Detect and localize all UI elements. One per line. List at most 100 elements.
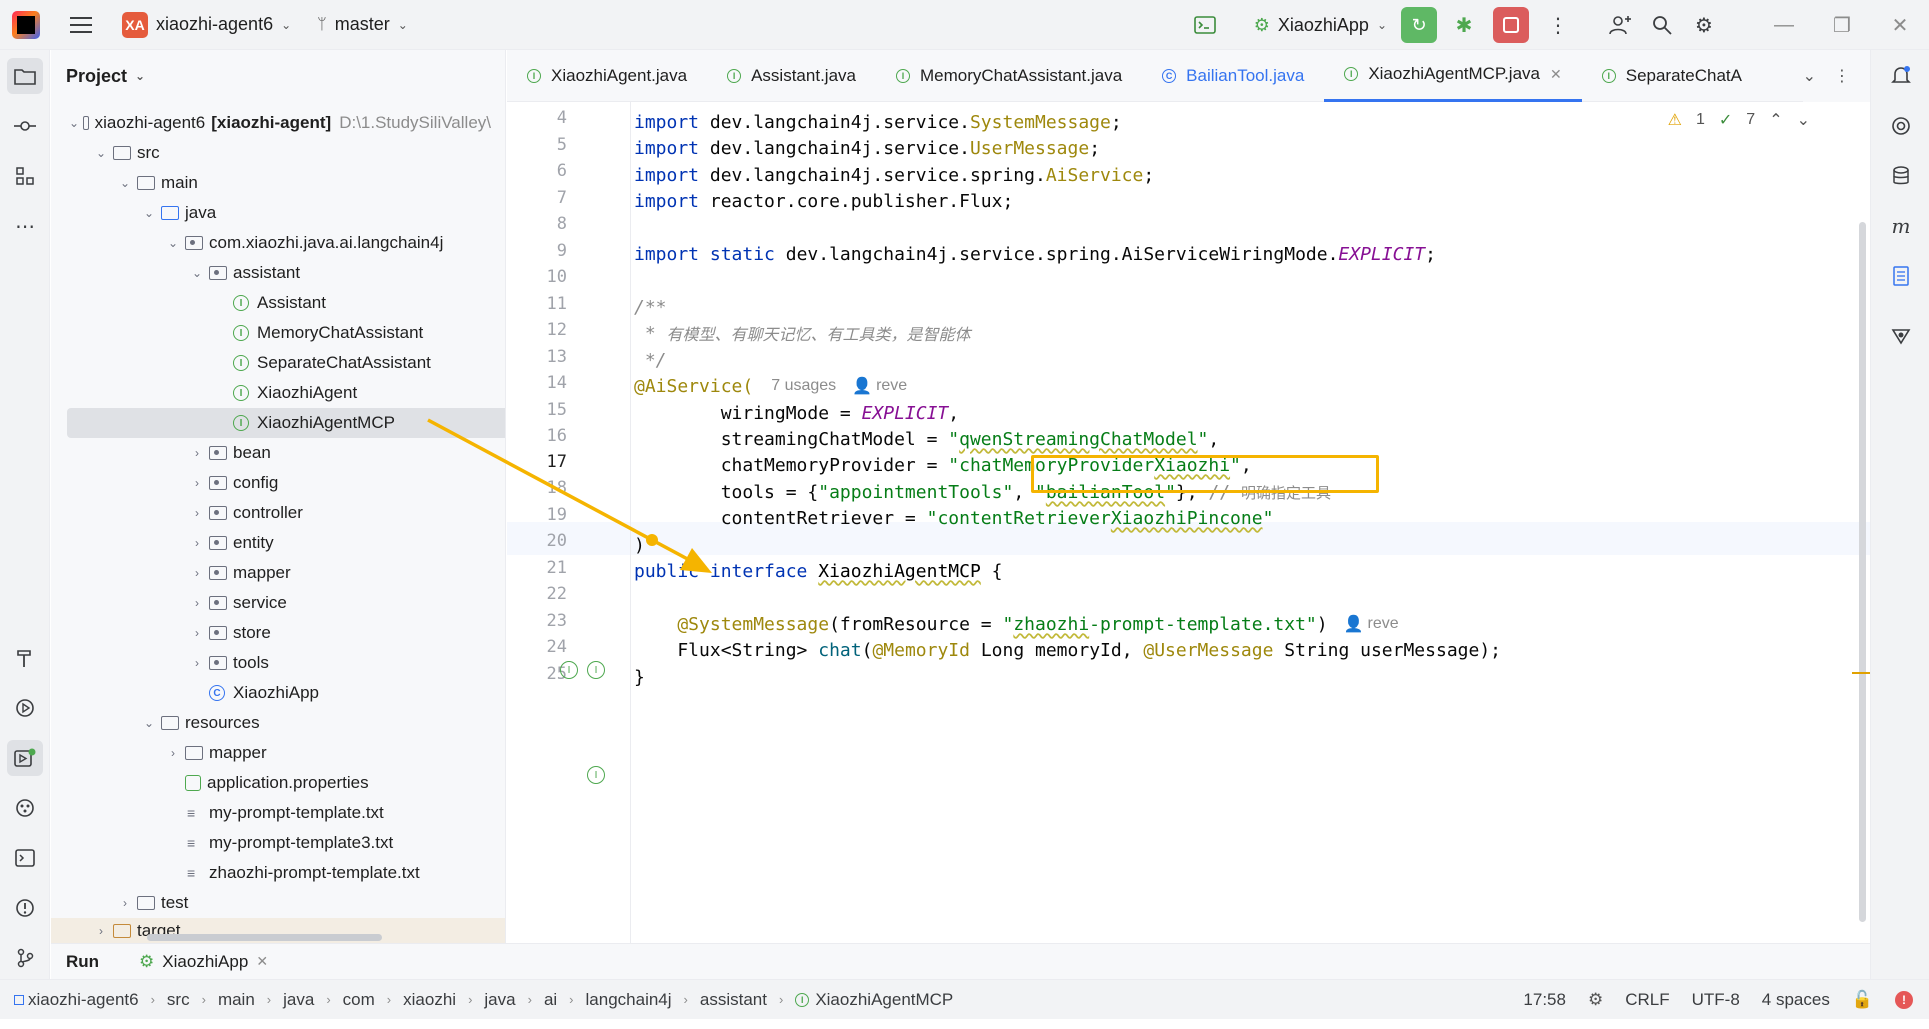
- project-panel-header[interactable]: Project ⌄: [51, 50, 505, 102]
- expand-arrow-icon[interactable]: ›: [189, 566, 205, 580]
- database-icon[interactable]: [1883, 158, 1919, 194]
- project-horizontal-scrollbar[interactable]: [147, 934, 382, 941]
- run-tool-icon[interactable]: [7, 740, 43, 776]
- expand-arrow-icon[interactable]: ⌄: [141, 206, 157, 220]
- tree-item-tools[interactable]: › tools: [51, 648, 491, 678]
- expand-arrow-icon[interactable]: ›: [189, 536, 205, 550]
- tree-item-xiaozhiagentmcp[interactable]: I XiaozhiAgentMCP: [67, 408, 505, 438]
- terminal-tool-icon[interactable]: [7, 840, 43, 876]
- tree-item-xiaozhiagent[interactable]: I XiaozhiAgent: [51, 378, 491, 408]
- breadcrumb-item[interactable]: main: [218, 990, 255, 1010]
- tree-item-config[interactable]: › config: [51, 468, 491, 498]
- expand-arrow-icon[interactable]: ⌄: [165, 236, 181, 250]
- breadcrumb-item[interactable]: com: [343, 990, 375, 1010]
- services-icon[interactable]: [7, 690, 43, 726]
- tab-bailiantool[interactable]: C BailianTool.java: [1142, 50, 1324, 102]
- tree-item-my-prompt-template[interactable]: ≡ my-prompt-template.txt: [51, 798, 491, 828]
- plugin-gear-icon[interactable]: [1883, 318, 1919, 354]
- project-tool-folder-icon[interactable]: [7, 58, 43, 94]
- usages-hint[interactable]: 7 usages: [771, 377, 836, 395]
- tab-separatechatassistant[interactable]: I SeparateChatA: [1582, 50, 1762, 102]
- tabs-dropdown-icon[interactable]: ⌄: [1803, 66, 1816, 86]
- stop-button[interactable]: [1493, 7, 1529, 43]
- author-hint[interactable]: reve: [876, 377, 907, 395]
- tree-item-separatechatassistant[interactable]: I SeparateChatAssistant: [51, 348, 491, 378]
- tab-assistant[interactable]: I Assistant.java: [707, 50, 876, 102]
- inspection-profile-icon[interactable]: ⚙: [1588, 990, 1603, 1010]
- ai-assistant-icon[interactable]: [1883, 108, 1919, 144]
- git-icon[interactable]: [7, 940, 43, 976]
- unlock-icon[interactable]: 🔓: [1852, 990, 1873, 1010]
- main-menu-icon[interactable]: [70, 16, 92, 33]
- caret-position[interactable]: 17:58: [1523, 990, 1566, 1010]
- close-window-button[interactable]: ✕: [1871, 13, 1929, 38]
- notifications-bell-icon[interactable]: [1883, 58, 1919, 94]
- breadcrumb-item[interactable]: src: [167, 990, 190, 1010]
- add-user-icon[interactable]: [1599, 4, 1641, 46]
- project-selector[interactable]: XA xiaozhi-agent6 ⌄: [122, 11, 291, 38]
- expand-arrow-icon[interactable]: ›: [117, 896, 133, 910]
- problems-icon[interactable]: [7, 890, 43, 926]
- breadcrumb-item[interactable]: java: [283, 990, 314, 1010]
- tree-item-test[interactable]: › test: [51, 888, 491, 918]
- tabs-more-icon[interactable]: ⋮: [1834, 66, 1850, 86]
- maven-icon[interactable]: m: [1883, 208, 1919, 244]
- tree-item-service[interactable]: › service: [51, 588, 491, 618]
- file-encoding[interactable]: UTF-8: [1692, 990, 1740, 1010]
- close-run-tab-icon[interactable]: ✕: [256, 953, 268, 970]
- tree-item-resources-mapper[interactable]: › mapper: [51, 738, 491, 768]
- tab-xiaozhiagentmcp[interactable]: I XiaozhiAgentMCP.java ✕: [1324, 50, 1582, 102]
- indent-setting[interactable]: 4 spaces: [1762, 990, 1830, 1010]
- expand-arrow-icon[interactable]: ⌄: [141, 716, 157, 730]
- expand-arrow-icon[interactable]: ›: [189, 656, 205, 670]
- settings-gear-icon[interactable]: ⚙: [1683, 4, 1725, 46]
- tree-item-src[interactable]: ⌄ src: [51, 138, 491, 168]
- tree-root[interactable]: ⌄ xiaozhi-agent6 [xiaozhi-agent] D:\1.St…: [51, 108, 491, 138]
- rerun-button[interactable]: ↻: [1401, 7, 1437, 43]
- line-separator[interactable]: CRLF: [1625, 990, 1669, 1010]
- expand-arrow-icon[interactable]: ⌄: [93, 146, 109, 160]
- expand-arrow-icon[interactable]: ›: [189, 446, 205, 460]
- expand-arrow-icon[interactable]: ⌄: [69, 116, 79, 130]
- structure-icon[interactable]: [7, 158, 43, 194]
- breadcrumb-item[interactable]: langchain4j: [586, 990, 672, 1010]
- close-tab-icon[interactable]: ✕: [1550, 66, 1562, 83]
- minimize-button[interactable]: —: [1755, 14, 1813, 37]
- tree-item-store[interactable]: › store: [51, 618, 491, 648]
- plugins-icon[interactable]: [7, 790, 43, 826]
- tree-item-java[interactable]: ⌄ java: [51, 198, 491, 228]
- expand-arrow-icon[interactable]: ›: [189, 626, 205, 640]
- expand-arrow-icon[interactable]: ›: [189, 476, 205, 490]
- breadcrumb-item[interactable]: xiaozhi-agent6: [28, 990, 139, 1010]
- code-editor[interactable]: 4 5 6 7 8 9 10 11 12 13 14 15 16 17 18 1…: [507, 102, 1872, 943]
- expand-arrow-icon[interactable]: ›: [189, 596, 205, 610]
- error-indicator-icon[interactable]: !: [1895, 991, 1913, 1009]
- breadcrumb-item[interactable]: xiaozhi: [403, 990, 456, 1010]
- more-tools-icon[interactable]: ⋯: [7, 208, 43, 244]
- maximize-button[interactable]: ❐: [1813, 13, 1871, 38]
- tree-item-xiaozhiapp[interactable]: C XiaozhiApp: [51, 678, 491, 708]
- run-tab-xiaozhiapp[interactable]: ⚙ XiaozhiApp ✕: [139, 952, 268, 972]
- expand-arrow-icon[interactable]: ›: [93, 924, 109, 938]
- breadcrumb-item[interactable]: ai: [544, 990, 557, 1010]
- run-config-selector[interactable]: ⚙ XiaozhiApp ⌄: [1254, 15, 1387, 36]
- tree-item-application-properties[interactable]: application.properties: [51, 768, 491, 798]
- expand-arrow-icon[interactable]: ›: [189, 506, 205, 520]
- tab-xiaozhiagent[interactable]: I XiaozhiAgent.java: [507, 50, 707, 102]
- tree-item-assistant-class[interactable]: I Assistant: [51, 288, 491, 318]
- tree-item-assistant[interactable]: ⌄ assistant: [51, 258, 491, 288]
- tree-item-controller[interactable]: › controller: [51, 498, 491, 528]
- tree-item-bean[interactable]: › bean: [51, 438, 491, 468]
- tree-item-mapper[interactable]: › mapper: [51, 558, 491, 588]
- expand-arrow-icon[interactable]: ›: [165, 746, 181, 760]
- search-icon[interactable]: [1641, 4, 1683, 46]
- branch-selector[interactable]: ᛘ master ⌄: [317, 14, 408, 35]
- run-title[interactable]: Run: [66, 952, 99, 972]
- breadcrumb-item[interactable]: XiaozhiAgentMCP: [815, 990, 953, 1010]
- author-hint[interactable]: reve: [1368, 615, 1399, 633]
- expand-arrow-icon[interactable]: ⌄: [117, 176, 133, 190]
- tree-item-my-prompt-template3[interactable]: ≡ my-prompt-template3.txt: [51, 828, 491, 858]
- tree-item-entity[interactable]: › entity: [51, 528, 491, 558]
- terminal-icon[interactable]: [1184, 4, 1226, 46]
- tree-item-memorychatassistant[interactable]: I MemoryChatAssistant: [51, 318, 491, 348]
